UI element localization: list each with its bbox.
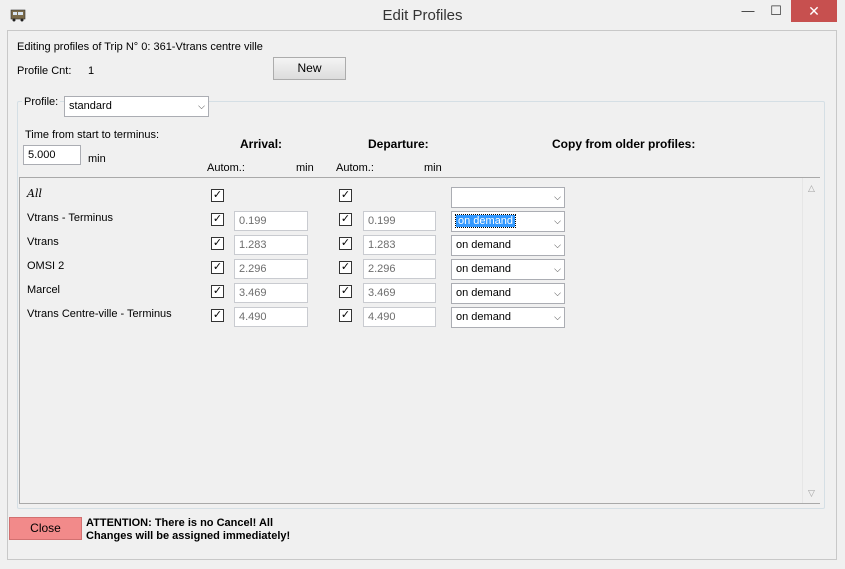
- close-button[interactable]: Close: [9, 517, 82, 540]
- row-name: Vtrans - Terminus: [27, 212, 113, 224]
- profile-select[interactable]: standard ⌵: [64, 96, 209, 117]
- arrival-autom-label: Autom.:: [207, 162, 245, 174]
- departure-min-label: min: [424, 162, 442, 174]
- arrival-min-input[interactable]: 4.490: [234, 307, 308, 327]
- arrival-header: Arrival:: [240, 137, 283, 151]
- arrival-autom-checkbox[interactable]: ✓: [211, 309, 224, 322]
- row-name: Marcel: [27, 284, 61, 296]
- scroll-up-icon[interactable]: △: [803, 180, 820, 197]
- arrival-min-input[interactable]: 1.283: [234, 235, 308, 255]
- arrival-autom-checkbox[interactable]: ✓: [211, 237, 224, 250]
- time-input[interactable]: 5.000: [23, 145, 81, 165]
- copy-select[interactable]: on demand ⌵: [451, 283, 565, 304]
- attention-line2: Changes will be assigned immediately!: [86, 530, 291, 542]
- row-name: Vtrans: [27, 236, 59, 248]
- maximize-icon: ☐: [770, 3, 782, 18]
- row-name-all: All: [27, 187, 42, 200]
- departure-min-input[interactable]: 2.296: [363, 259, 436, 279]
- profile-select-value: standard: [69, 100, 112, 112]
- departure-autom-checkbox[interactable]: ✓: [339, 285, 352, 298]
- chevron-down-icon: ⌵: [554, 216, 561, 226]
- scroll-down-icon[interactable]: ▽: [803, 485, 820, 502]
- copy-select[interactable]: on demand ⌵: [451, 307, 565, 328]
- departure-min-input[interactable]: 3.469: [363, 283, 436, 303]
- arrival-min-input[interactable]: 3.469: [234, 283, 308, 303]
- copy-select-value: on demand: [456, 239, 512, 251]
- window-close-button[interactable]: ✕: [791, 0, 837, 22]
- new-button[interactable]: New: [273, 57, 346, 80]
- close-icon: ✕: [808, 3, 820, 19]
- window-title: Edit Profiles: [382, 7, 463, 24]
- time-label: Time from start to terminus:: [25, 129, 160, 141]
- row-name: OMSI 2: [27, 260, 65, 272]
- departure-autom-checkbox-all[interactable]: ✓: [339, 189, 352, 202]
- title-bar: Edit Profiles — ☐ ✕: [0, 0, 845, 30]
- minimize-icon: —: [741, 3, 755, 18]
- departure-min-input[interactable]: 0.199: [363, 211, 436, 231]
- departure-autom-checkbox[interactable]: ✓: [339, 309, 352, 322]
- chevron-down-icon: ⌵: [554, 192, 561, 202]
- arrival-min-label: min: [296, 162, 314, 174]
- profile-label: Profile:: [22, 96, 61, 108]
- arrival-autom-checkbox[interactable]: ✓: [211, 213, 224, 226]
- copy-select[interactable]: on demand ⌵: [451, 259, 565, 280]
- copy-select-value: on demand: [456, 311, 512, 323]
- copy-select-value: on demand: [456, 287, 512, 299]
- row-name: Vtrans Centre-ville - Terminus: [27, 308, 172, 320]
- copy-select-value: on demand: [456, 263, 512, 275]
- chevron-down-icon: ⌵: [554, 288, 561, 298]
- departure-min-input[interactable]: 1.283: [363, 235, 436, 255]
- departure-autom-checkbox[interactable]: ✓: [339, 237, 352, 250]
- chevron-down-icon: ⌵: [198, 101, 205, 111]
- copy-select[interactable]: on demand ⌵: [451, 211, 565, 232]
- copy-header: Copy from older profiles:: [552, 137, 696, 151]
- arrival-autom-checkbox-all[interactable]: ✓: [211, 189, 224, 202]
- copy-select-value: on demand: [454, 214, 517, 228]
- departure-autom-checkbox[interactable]: ✓: [339, 213, 352, 226]
- arrival-autom-checkbox[interactable]: ✓: [211, 285, 224, 298]
- copy-select[interactable]: on demand ⌵: [451, 235, 565, 256]
- departure-header: Departure:: [368, 137, 429, 151]
- copy-select-all[interactable]: ⌵: [451, 187, 565, 208]
- departure-autom-label: Autom.:: [336, 162, 374, 174]
- chevron-down-icon: ⌵: [554, 240, 561, 250]
- chevron-down-icon: ⌵: [554, 312, 561, 322]
- arrival-min-input[interactable]: 2.296: [234, 259, 308, 279]
- editing-text: Editing profiles of Trip N° 0: 361-Vtran…: [17, 41, 263, 53]
- maximize-button[interactable]: ☐: [763, 0, 789, 22]
- profile-cnt-value: 1: [88, 65, 95, 77]
- arrival-min-input[interactable]: 0.199: [234, 211, 308, 231]
- vertical-scrollbar[interactable]: △ ▽: [802, 178, 820, 503]
- time-unit: min: [88, 153, 106, 165]
- profile-cnt-label: Profile Cnt:: [17, 65, 72, 77]
- departure-autom-checkbox[interactable]: ✓: [339, 261, 352, 274]
- attention-line1: ATTENTION: There is no Cancel! All: [86, 517, 274, 529]
- chevron-down-icon: ⌵: [554, 264, 561, 274]
- minimize-button[interactable]: —: [735, 0, 761, 22]
- departure-min-input[interactable]: 4.490: [363, 307, 436, 327]
- arrival-autom-checkbox[interactable]: ✓: [211, 261, 224, 274]
